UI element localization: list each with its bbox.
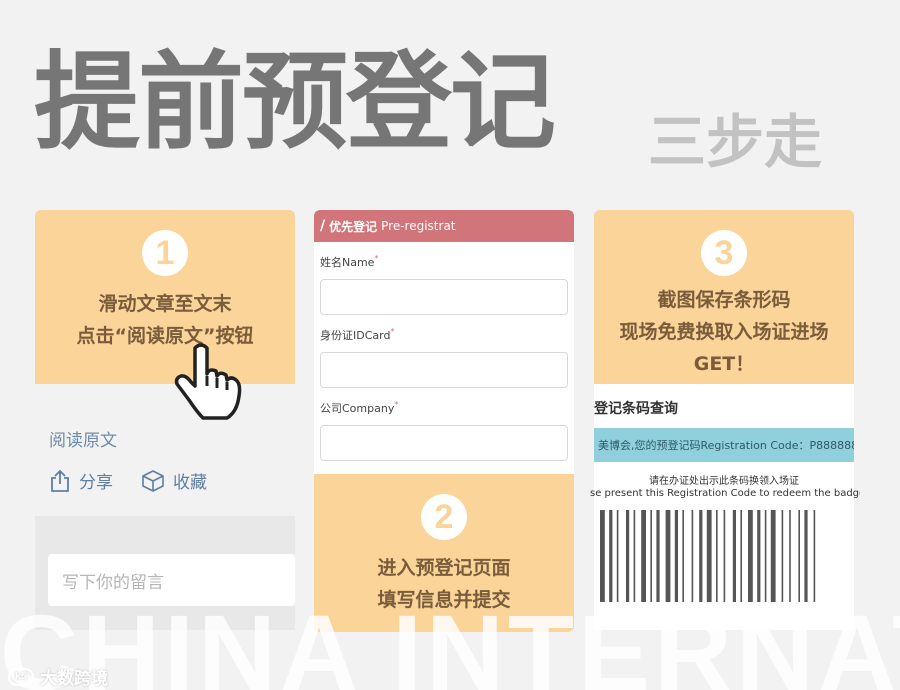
barcode-bar xyxy=(699,510,703,602)
step2-line1: 进入预登记页面 xyxy=(377,557,511,579)
company-label: 公司Company* xyxy=(320,400,399,415)
article-actions: 分享 收藏 xyxy=(49,468,207,493)
barcode-bar xyxy=(682,510,684,602)
barcode-bar xyxy=(781,510,784,602)
barcode-bar xyxy=(633,510,636,602)
step1-number-badge: 1 xyxy=(142,230,188,276)
barcode-bar xyxy=(798,510,800,602)
step1-instructions: 滑动文章至文末 点击“阅读原文”按钮 xyxy=(35,288,295,352)
step3-line2: 现场免费换取入场证进场 xyxy=(619,321,829,343)
barcode-bar xyxy=(770,510,776,602)
redeem-note-cn: 请在办证处出示此条码换领入场证 xyxy=(649,476,799,487)
step3-line1: 截图保存条形码 xyxy=(657,289,791,311)
name-label: 姓名Name* xyxy=(320,254,379,269)
barcode-bar xyxy=(650,510,652,602)
hand-pointer-icon xyxy=(174,343,242,420)
read-original-link[interactable]: 阅读原文 xyxy=(49,426,117,451)
barcode-bar xyxy=(691,510,694,602)
barcode-bar xyxy=(764,510,767,602)
barcode-bar xyxy=(626,510,630,602)
step3-line3: GET！ xyxy=(693,353,755,375)
brand-mark: k5 xyxy=(8,667,34,686)
registration-code-bar: 美博会,您的预登记码Registration Code：P888888 xyxy=(594,428,854,462)
barcode-bar xyxy=(813,510,816,602)
share-button[interactable]: 分享 xyxy=(49,468,113,493)
step1-panel: 1 滑动文章至文末 点击“阅读原文”按钮 阅读原文 分享 收藏 写下你的留言 xyxy=(35,210,295,630)
barcode-bar xyxy=(706,510,712,602)
brand-logo: k5 大数跨境 xyxy=(8,664,108,689)
barcode-bar xyxy=(674,510,678,602)
share-label: 分享 xyxy=(79,473,113,493)
company-field[interactable] xyxy=(320,425,568,461)
step3-panel: 3 截图保存条形码 现场免费换取入场证进场 GET！ 登记条码查询 美博会,您的… xyxy=(590,210,860,630)
name-field[interactable] xyxy=(320,279,568,315)
barcode-bar xyxy=(656,510,660,602)
watermark-text: CHINA INTERNATIO xyxy=(0,598,900,690)
barcode-bar xyxy=(600,510,605,602)
barcode-bar xyxy=(740,510,742,602)
step1-line1: 滑动文章至文末 xyxy=(98,293,232,315)
barcode-bar xyxy=(716,510,718,602)
cube-icon xyxy=(142,469,164,492)
preregistration-header: / 优先登记 Pre-registrat xyxy=(314,210,574,242)
step1-card: 1 滑动文章至文末 点击“阅读原文”按钮 xyxy=(35,210,295,384)
page-subtitle: 三步走 xyxy=(648,108,823,176)
step3-card: 3 截图保存条形码 现场免费换取入场证进场 GET！ xyxy=(594,210,854,384)
idcard-field[interactable] xyxy=(320,352,568,388)
header-slash-icon: / xyxy=(320,218,326,234)
barcode-bar xyxy=(723,510,726,602)
favorite-button[interactable]: 收藏 xyxy=(141,468,207,493)
barcode-bar xyxy=(641,510,646,602)
brand-name: 大数跨境 xyxy=(40,669,108,689)
redeem-note-en: se present this Registration Code to red… xyxy=(590,488,860,499)
step3-number-badge: 3 xyxy=(701,230,747,276)
share-icon xyxy=(51,469,69,492)
barcode-image xyxy=(600,510,816,602)
step3-instructions: 截图保存条形码 现场免费换取入场证进场 GET！ xyxy=(594,284,854,380)
barcode-bar xyxy=(732,510,736,602)
barcode-bar xyxy=(748,510,753,602)
barcode-bar xyxy=(804,510,808,602)
barcode-bar xyxy=(757,510,761,602)
step2-panel: / 优先登记 Pre-registrat 姓名Name* 身份证IDCard* … xyxy=(314,210,574,632)
idcard-label: 身份证IDCard* xyxy=(320,327,395,342)
step2-number-badge: 2 xyxy=(421,494,467,540)
barcode-bar xyxy=(616,510,619,602)
header-title-en: Pre-registrat xyxy=(381,219,456,233)
barcode-query-title: 登记条码查询 xyxy=(594,401,678,417)
page-title: 提前预登记 xyxy=(34,41,556,164)
barcode-bar xyxy=(789,510,791,602)
barcode-bar xyxy=(665,510,671,602)
registration-form: 姓名Name* 身份证IDCard* 公司Company* xyxy=(314,242,574,461)
barcode-bar xyxy=(609,510,613,602)
header-title-cn: 优先登记 xyxy=(329,219,378,234)
favorite-label: 收藏 xyxy=(173,473,207,493)
step1-line2: 点击“阅读原文”按钮 xyxy=(76,325,254,347)
barcode-query-section: 登记条码查询 美博会,您的预登记码Registration Code：P8888… xyxy=(590,384,860,630)
